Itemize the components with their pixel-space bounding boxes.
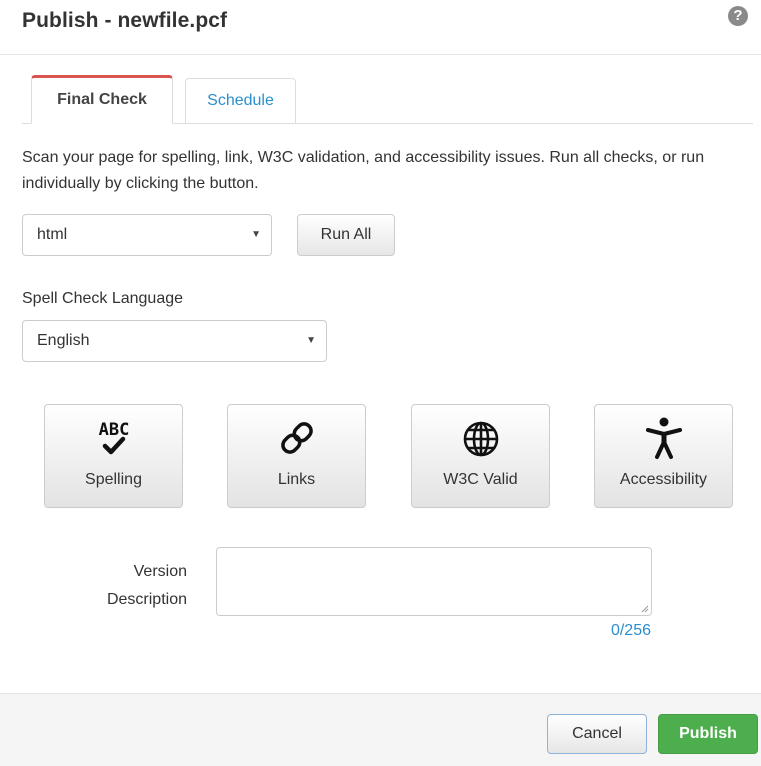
run-all-button[interactable]: Run All [297, 214, 395, 256]
tab-bar: Final Check Schedule [22, 75, 753, 124]
svg-text:ABC: ABC [98, 420, 129, 440]
dialog-header: Publish - newfile.pcf ? [0, 0, 761, 55]
doctype-select[interactable]: html ▼ [22, 214, 272, 256]
publish-button[interactable]: Publish [658, 714, 758, 754]
final-check-description: Scan your page for spelling, link, W3C v… [22, 149, 705, 192]
tab-schedule[interactable]: Schedule [185, 78, 296, 123]
chevron-down-icon: ▼ [306, 335, 316, 346]
accessibility-icon [595, 415, 732, 461]
accessibility-check-button[interactable]: Accessibility [594, 404, 733, 508]
version-description-textarea[interactable] [216, 547, 652, 616]
version-description-label-line2: Description [106, 591, 187, 608]
dialog-title: Publish - newfile.pcf [22, 9, 228, 32]
spell-check-language-label: Spell Check Language [22, 290, 184, 307]
resize-handle-icon[interactable] [641, 605, 649, 613]
chevron-down-icon: ▼ [251, 229, 261, 240]
spelling-check-button[interactable]: ABC Spelling [44, 404, 183, 508]
spelling-label: Spelling [85, 471, 142, 488]
w3c-valid-label: W3C Valid [443, 471, 518, 488]
spell-language-select-value: English [37, 332, 90, 349]
question-circle-icon[interactable]: ? [728, 6, 748, 26]
tab-final-check[interactable]: Final Check [31, 75, 173, 124]
version-description-label-line1: Version [133, 563, 187, 580]
doctype-select-value: html [37, 226, 68, 243]
accessibility-label: Accessibility [619, 471, 708, 488]
spell-language-select[interactable]: English ▼ [22, 320, 327, 362]
w3c-valid-check-button[interactable]: W3C Valid [411, 404, 550, 508]
abc-check-icon: ABC [45, 415, 182, 461]
globe-icon [412, 415, 549, 461]
links-label: Links [277, 471, 316, 488]
char-counter: 0/256 [610, 622, 651, 639]
cancel-button[interactable]: Cancel [547, 714, 647, 754]
version-description-label: Version Description [90, 558, 187, 614]
links-check-button[interactable]: Links [227, 404, 366, 508]
link-icon [228, 415, 365, 461]
